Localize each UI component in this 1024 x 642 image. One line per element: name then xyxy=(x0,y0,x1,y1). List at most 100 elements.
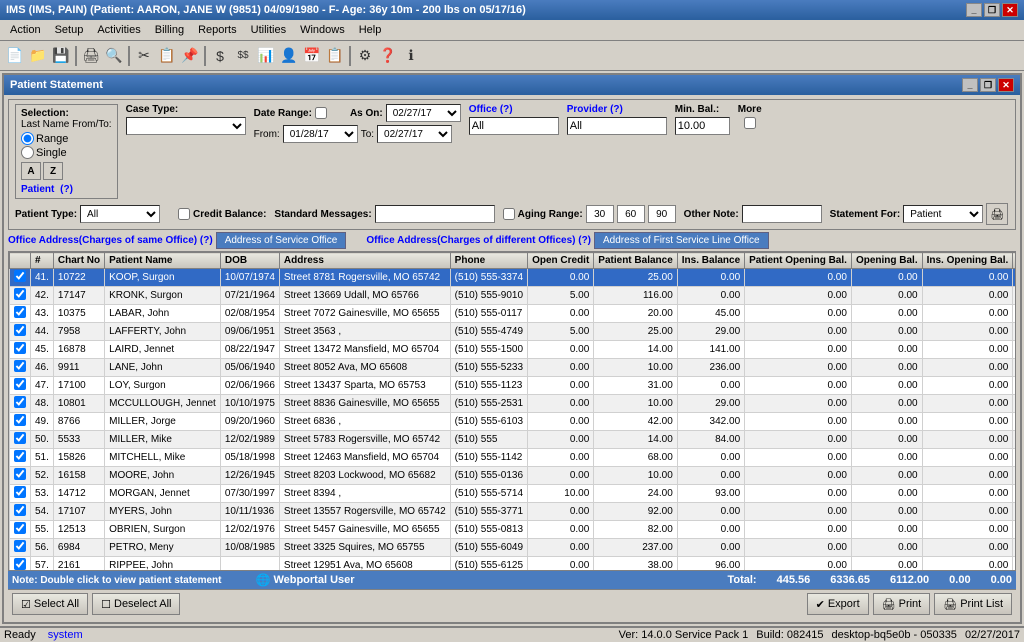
tb-copy[interactable]: 📋 xyxy=(156,45,178,67)
tb-dollar[interactable]: $ xyxy=(209,45,231,67)
row-checkbox-cell[interactable] xyxy=(10,323,31,341)
single-radio[interactable] xyxy=(21,146,34,159)
system-link[interactable]: system xyxy=(48,629,83,641)
to-date-select[interactable]: 02/27/17 xyxy=(377,125,452,143)
tb-save[interactable]: 💾 xyxy=(50,45,72,67)
row-checkbox[interactable] xyxy=(14,288,26,300)
table-row[interactable]: 50. 5533 MILLER, Mike 12/02/1989 Street … xyxy=(10,431,1017,449)
table-row[interactable]: 45. 16878 LAIRD, Jennet 08/22/1947 Stree… xyxy=(10,341,1017,359)
menu-windows[interactable]: Windows xyxy=(294,22,351,38)
row-checkbox[interactable] xyxy=(14,432,26,444)
table-row[interactable]: 49. 8766 MILLER, Jorge 09/20/1960 Street… xyxy=(10,413,1017,431)
range-radio-label[interactable]: Range xyxy=(21,132,112,145)
table-row[interactable]: 52. 16158 MOORE, John 12/26/1945 Street … xyxy=(10,467,1017,485)
restore-btn[interactable]: ❐ xyxy=(984,3,1000,17)
row-checkbox[interactable] xyxy=(14,540,26,552)
row-checkbox-cell[interactable] xyxy=(10,413,31,431)
row-checkbox-cell[interactable] xyxy=(10,431,31,449)
row-checkbox[interactable] xyxy=(14,468,26,480)
tb-preview[interactable]: 🔍 xyxy=(103,45,125,67)
aging-range-check[interactable] xyxy=(503,208,515,220)
tb-patient[interactable]: 👤 xyxy=(278,45,300,67)
office-input[interactable] xyxy=(469,117,559,135)
table-row[interactable]: 51. 15826 MITCHELL, Mike 05/18/1998 Stre… xyxy=(10,449,1017,467)
row-checkbox-cell[interactable] xyxy=(10,521,31,539)
win-minimize[interactable]: _ xyxy=(962,78,978,92)
tb-open[interactable]: 📁 xyxy=(27,45,49,67)
table-row[interactable]: 47. 17100 LOY, Surgon 02/06/1966 Street … xyxy=(10,377,1017,395)
row-checkbox[interactable] xyxy=(14,324,26,336)
select-all-button[interactable]: ☑ Select All xyxy=(12,593,88,615)
table-row[interactable]: 53. 14712 MORGAN, Jennet 07/30/1997 Stre… xyxy=(10,485,1017,503)
export-button[interactable]: ✔ Export xyxy=(807,593,869,615)
provider-input[interactable] xyxy=(567,117,667,135)
win-close[interactable]: ✕ xyxy=(998,78,1014,92)
row-checkbox-cell[interactable] xyxy=(10,539,31,557)
win-restore[interactable]: ❐ xyxy=(980,78,996,92)
other-note-input[interactable] xyxy=(742,205,822,223)
range-radio[interactable] xyxy=(21,132,34,145)
a-button[interactable]: A xyxy=(21,162,41,180)
row-checkbox-cell[interactable] xyxy=(10,269,31,287)
row-checkbox[interactable] xyxy=(14,360,26,372)
std-messages-input[interactable] xyxy=(375,205,495,223)
case-type-select[interactable] xyxy=(126,117,246,135)
table-row[interactable]: 41. 10722 KOOP, Surgon 10/07/1974 Street… xyxy=(10,269,1017,287)
statement-for-select[interactable]: Patient xyxy=(903,205,983,223)
minimize-btn[interactable]: _ xyxy=(966,3,982,17)
row-checkbox[interactable] xyxy=(14,522,26,534)
z-button[interactable]: Z xyxy=(43,162,63,180)
row-checkbox[interactable] xyxy=(14,306,26,318)
tb-info[interactable]: ℹ xyxy=(400,45,422,67)
row-checkbox[interactable] xyxy=(14,504,26,516)
row-checkbox[interactable] xyxy=(14,486,26,498)
addr-tab-first[interactable]: Address of First Service Line Office xyxy=(594,232,769,249)
row-checkbox-cell[interactable] xyxy=(10,449,31,467)
aging-val1[interactable] xyxy=(586,205,614,223)
table-row[interactable]: 43. 10375 LABAR, John 02/08/1954 Street … xyxy=(10,305,1017,323)
tb-settings[interactable]: ⚙ xyxy=(354,45,376,67)
date-range-check[interactable] xyxy=(315,107,327,119)
row-checkbox-cell[interactable] xyxy=(10,467,31,485)
more-checkbox[interactable] xyxy=(744,117,756,129)
row-checkbox-cell[interactable] xyxy=(10,377,31,395)
aging-val2[interactable] xyxy=(617,205,645,223)
print-list-button[interactable]: 🖨 Print List xyxy=(934,593,1012,615)
table-row[interactable]: 46. 9911 LANE, John 05/06/1940 Street 80… xyxy=(10,359,1017,377)
row-checkbox-cell[interactable] xyxy=(10,395,31,413)
provider-label[interactable]: Provider (?) xyxy=(567,104,667,115)
row-checkbox-cell[interactable] xyxy=(10,359,31,377)
tb-chart[interactable]: 📊 xyxy=(255,45,277,67)
tb-new[interactable]: 📄 xyxy=(4,45,26,67)
menu-utilities[interactable]: Utilities xyxy=(245,22,292,38)
row-checkbox[interactable] xyxy=(14,378,26,390)
statement-for-btn[interactable]: 🖨 xyxy=(986,203,1008,225)
row-checkbox-cell[interactable] xyxy=(10,503,31,521)
menu-reports[interactable]: Reports xyxy=(192,22,243,38)
tb-dollar2[interactable]: $$ xyxy=(232,45,254,67)
tb-calendar[interactable]: 📅 xyxy=(301,45,323,67)
patient-link[interactable]: Patient xyxy=(21,184,54,195)
row-checkbox[interactable] xyxy=(14,558,26,570)
office-addr-diff-label[interactable]: Office Address(Charges of different Offi… xyxy=(366,235,591,246)
table-row[interactable]: 48. 10801 MCCULLOUGH, Jennet 10/10/1975 … xyxy=(10,395,1017,413)
close-btn[interactable]: ✕ xyxy=(1002,3,1018,17)
addr-tab-service[interactable]: Address of Service Office xyxy=(216,232,347,249)
menu-help[interactable]: Help xyxy=(353,22,388,38)
tb-cut[interactable]: ✂ xyxy=(133,45,155,67)
row-checkbox[interactable] xyxy=(14,342,26,354)
row-checkbox-cell[interactable] xyxy=(10,485,31,503)
table-row[interactable]: 44. 7958 LAFFERTY, John 09/06/1951 Stree… xyxy=(10,323,1017,341)
tb-help[interactable]: ❓ xyxy=(377,45,399,67)
as-on-select[interactable]: 02/27/17 xyxy=(386,104,461,122)
table-row[interactable]: 55. 12513 OBRIEN, Surgon 12/02/1976 Stre… xyxy=(10,521,1017,539)
credit-balance-check[interactable] xyxy=(178,208,190,220)
table-row[interactable]: 54. 17107 MYERS, John 10/11/1936 Street … xyxy=(10,503,1017,521)
tb-list[interactable]: 📋 xyxy=(324,45,346,67)
table-row[interactable]: 57. 2161 RIPPEE, John Street 12951 Ava, … xyxy=(10,557,1017,572)
table-row[interactable]: 56. 6984 PETRO, Meny 10/08/1985 Street 3… xyxy=(10,539,1017,557)
table-row[interactable]: 42. 17147 KRONK, Surgon 07/21/1964 Stree… xyxy=(10,287,1017,305)
from-date-select[interactable]: 01/28/17 xyxy=(283,125,358,143)
office-addr-same-label[interactable]: Office Address(Charges of same Office) (… xyxy=(8,235,213,246)
deselect-all-button[interactable]: ☐ Deselect All xyxy=(92,593,180,615)
